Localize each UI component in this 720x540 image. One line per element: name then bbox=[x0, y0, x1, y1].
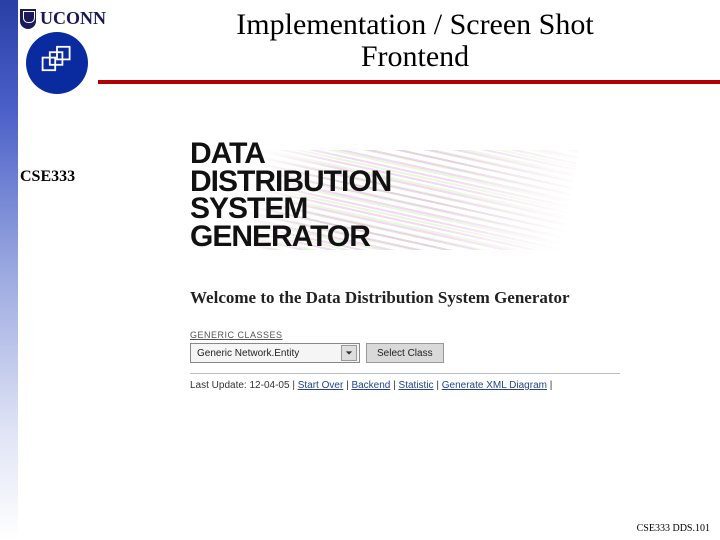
generic-class-select[interactable]: Generic Network.Entity bbox=[190, 343, 360, 363]
ddsg-word-data: DATA bbox=[190, 140, 670, 168]
last-update-label: Last Update: bbox=[190, 380, 247, 391]
class-select-row: Generic Network.Entity Select Class bbox=[190, 343, 670, 363]
slide-number: CSE333 DDS.101 bbox=[637, 523, 710, 534]
ddsg-word-distribution: DISTRIBUTION bbox=[190, 168, 670, 196]
chevron-down-icon[interactable] bbox=[341, 345, 357, 361]
generic-classes-label: GENERIC CLASSES bbox=[190, 330, 670, 340]
link-start-over[interactable]: Start Over bbox=[298, 380, 344, 391]
select-value: Generic Network.Entity bbox=[197, 348, 299, 359]
left-gradient-strip bbox=[0, 0, 18, 540]
uconn-wordmark: UCONN bbox=[40, 8, 106, 29]
last-update-value: 12-04-05 bbox=[250, 380, 290, 391]
divider bbox=[190, 373, 620, 374]
welcome-heading: Welcome to the Data Distribution System … bbox=[190, 288, 670, 308]
title-underline bbox=[98, 80, 720, 84]
separator: | bbox=[550, 380, 553, 391]
screenshot-panel: DATA DISTRIBUTION SYSTEM GENERATOR Welco… bbox=[190, 140, 670, 391]
title-line-1: Implementation / Screen Shot bbox=[130, 8, 700, 42]
link-backend[interactable]: Backend bbox=[351, 380, 390, 391]
course-code: CSE333 bbox=[20, 168, 75, 186]
ddsg-word-system: SYSTEM bbox=[190, 195, 670, 223]
title-line-2: Frontend bbox=[130, 40, 700, 74]
cse-emblem-icon bbox=[26, 32, 88, 94]
select-class-button[interactable]: Select Class bbox=[366, 343, 444, 363]
link-statistic[interactable]: Statistic bbox=[399, 380, 434, 391]
ddsg-word-generator: GENERATOR bbox=[190, 223, 670, 251]
overlapping-squares-icon bbox=[39, 45, 75, 81]
ddsg-heading: DATA DISTRIBUTION SYSTEM GENERATOR bbox=[190, 140, 670, 270]
uconn-logo: UCONN bbox=[20, 8, 106, 29]
link-generate-xml[interactable]: Generate XML Diagram bbox=[442, 380, 547, 391]
uconn-crest-icon bbox=[20, 9, 36, 29]
slide-root: UCONN Implementation / Screen Shot Front… bbox=[0, 0, 720, 540]
footer-row: Last Update: 12-04-05 | Start Over | Bac… bbox=[190, 380, 670, 391]
slide-title: Implementation / Screen Shot Frontend bbox=[130, 8, 700, 74]
